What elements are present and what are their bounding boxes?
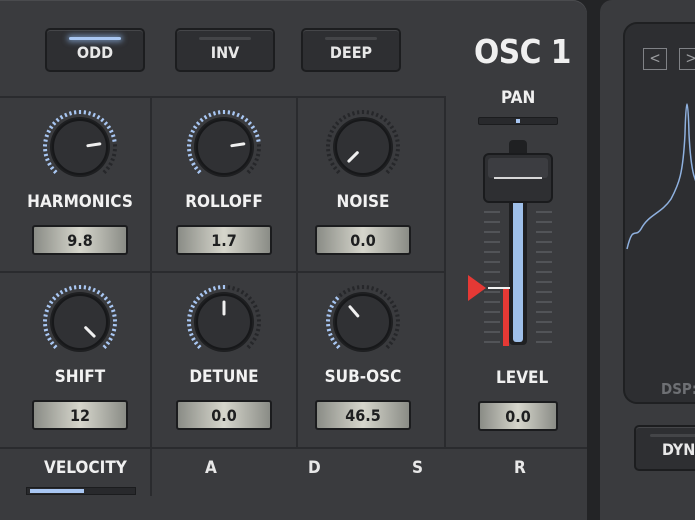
pan-label: PAN xyxy=(501,88,535,108)
grid-divider xyxy=(0,271,445,273)
level-fader[interactable] xyxy=(460,130,580,350)
button-led xyxy=(199,37,251,40)
mode-button-label: DEEP xyxy=(330,43,372,62)
pan-indicator xyxy=(516,119,520,123)
knob-label: DETUNE xyxy=(154,367,294,387)
grid-divider xyxy=(0,447,587,449)
button-led xyxy=(325,37,377,40)
mode-button-deep[interactable]: DEEP xyxy=(301,28,401,72)
level-value[interactable]: 0.0 xyxy=(478,401,558,431)
knob-dial[interactable] xyxy=(187,285,261,359)
knob-label: HARMONICS xyxy=(10,192,150,212)
knob-label: ROLLOFF xyxy=(154,192,294,212)
knob-value[interactable]: 12 xyxy=(32,400,128,430)
waveform-curve xyxy=(625,24,695,404)
dyn-button[interactable]: DYN xyxy=(634,425,695,471)
osc-title: OSC 1 xyxy=(474,32,571,71)
mode-button-label: ODD xyxy=(77,43,113,62)
mode-button-odd[interactable]: ODD xyxy=(45,28,145,72)
knob-value[interactable]: 9.8 xyxy=(32,225,128,255)
dyn-led xyxy=(650,434,695,437)
grid-divider xyxy=(150,96,152,496)
knob-dial[interactable] xyxy=(43,110,117,184)
velocity-fill xyxy=(30,489,84,493)
release-label: R xyxy=(514,458,526,478)
dsp-label: DSP: xyxy=(661,380,695,398)
waveform-display: < > DSP: xyxy=(623,22,695,404)
sustain-label: S xyxy=(412,458,423,478)
mode-button-inv[interactable]: INV xyxy=(175,28,275,72)
knob-value[interactable]: 1.7 xyxy=(176,225,272,255)
velocity-slider[interactable] xyxy=(26,487,136,495)
mode-button-label: INV xyxy=(211,43,240,62)
attack-label: A xyxy=(205,458,217,478)
level-label: LEVEL xyxy=(496,368,548,388)
knob-dial[interactable] xyxy=(187,110,261,184)
knob-dial[interactable] xyxy=(326,285,400,359)
grid-divider xyxy=(296,96,298,448)
knob-dial[interactable] xyxy=(43,285,117,359)
grid-divider xyxy=(444,96,446,448)
decay-label: D xyxy=(308,458,321,478)
pan-slider[interactable] xyxy=(478,117,558,125)
dyn-button-label: DYN xyxy=(662,440,695,459)
knob-value[interactable]: 0.0 xyxy=(176,400,272,430)
grid-divider xyxy=(0,96,445,98)
knob-label: SHIFT xyxy=(10,367,150,387)
knob-value[interactable]: 0.0 xyxy=(315,225,411,255)
knob-dial[interactable] xyxy=(326,110,400,184)
button-led xyxy=(69,37,121,40)
knob-value[interactable]: 46.5 xyxy=(315,400,411,430)
knob-label: SUB-OSC xyxy=(293,367,433,387)
knob-label: NOISE xyxy=(293,192,433,212)
velocity-label: VELOCITY xyxy=(44,458,127,478)
